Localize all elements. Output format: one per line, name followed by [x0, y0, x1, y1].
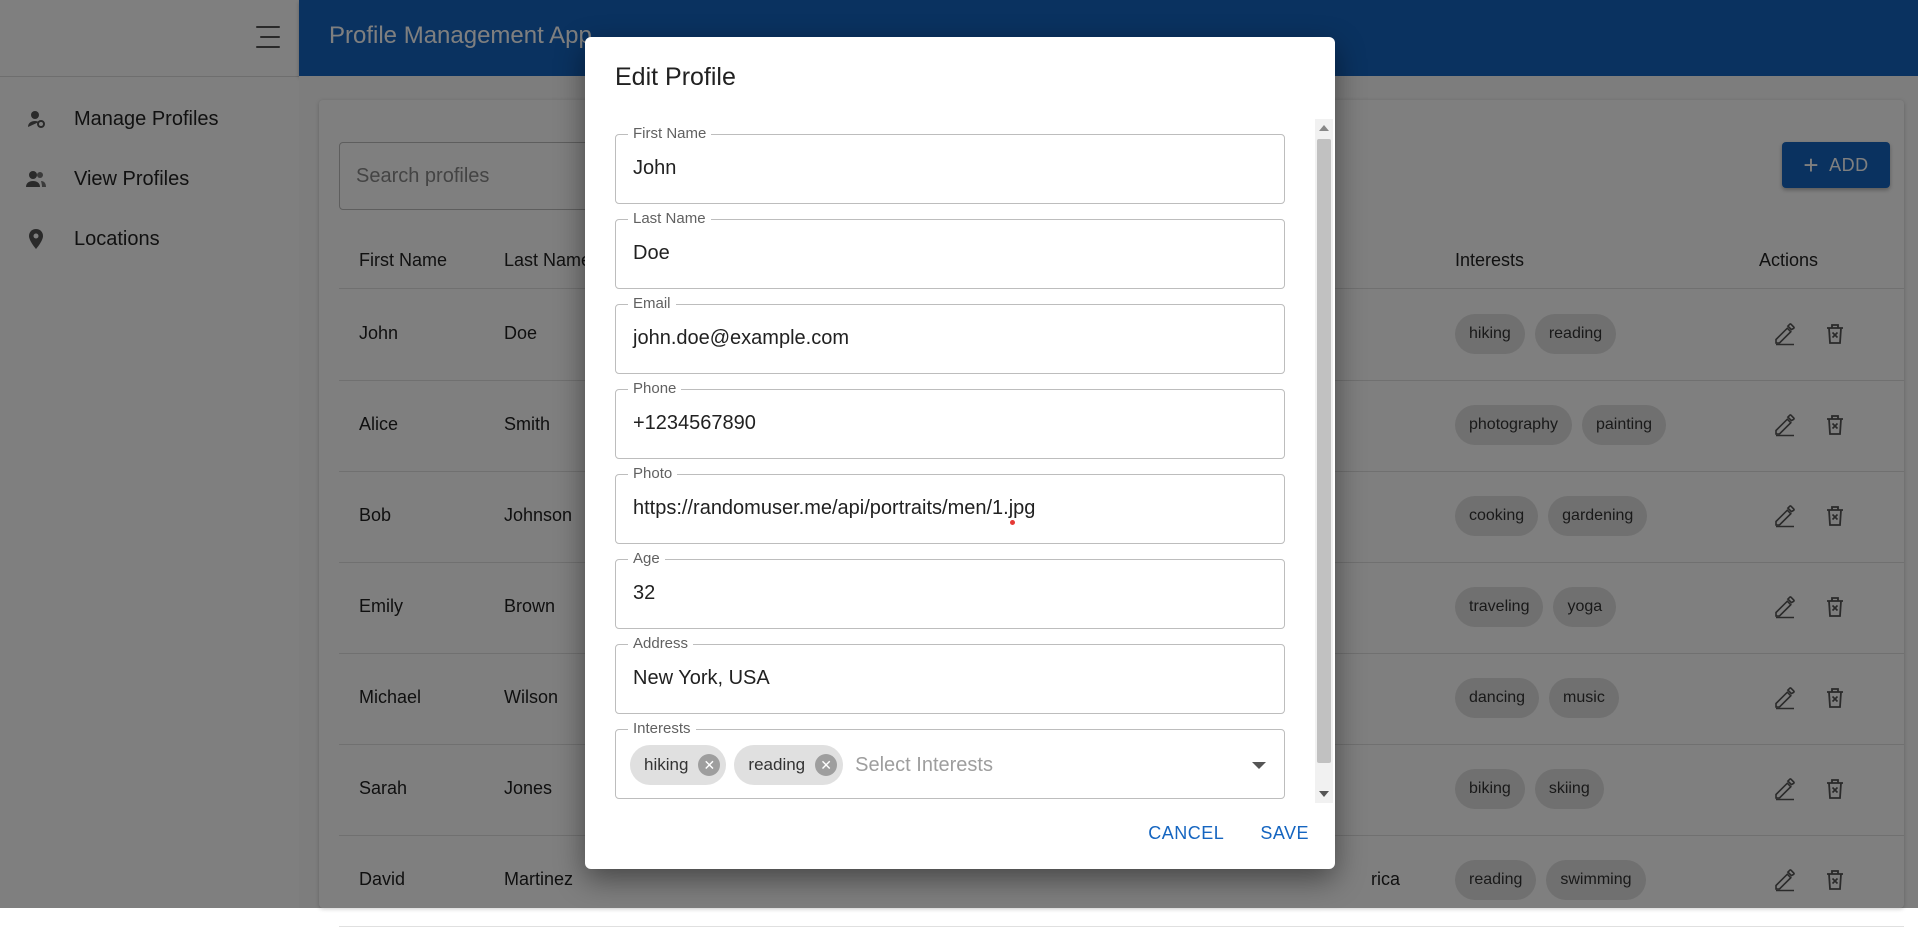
cancel-button[interactable]: CANCEL: [1148, 823, 1224, 844]
address-field[interactable]: Address New York, USA: [615, 635, 1285, 714]
photo-value: https://randomuser.me/api/portraits/men/…: [633, 497, 1036, 519]
age-field[interactable]: Age 32: [615, 550, 1285, 629]
interests-placeholder: Select Interests: [855, 753, 993, 776]
chip-remove-icon[interactable]: ✕: [698, 754, 721, 776]
dialog-scrollbar[interactable]: [1315, 119, 1333, 803]
last-name-field[interactable]: Last Name Doe: [615, 210, 1285, 289]
first-name-field[interactable]: First Name John: [615, 125, 1285, 204]
age-label: Age: [628, 550, 665, 568]
photo-label: Photo: [628, 465, 678, 483]
last-name-value: Doe: [633, 242, 670, 264]
scroll-thumb[interactable]: [1317, 139, 1331, 763]
phone-value: +1234567890: [633, 412, 756, 434]
dropdown-arrow-icon[interactable]: [1252, 762, 1266, 769]
cursor-dot: [1010, 520, 1015, 525]
phone-label: Phone: [628, 380, 682, 398]
address-label: Address: [628, 635, 694, 653]
selected-interest-chip: hiking ✕: [630, 745, 727, 785]
first-name-value: John: [633, 157, 677, 179]
save-button[interactable]: SAVE: [1260, 823, 1309, 844]
age-value: 32: [633, 582, 656, 604]
dialog-title: Edit Profile: [615, 63, 736, 91]
interests-label: Interests: [628, 720, 696, 738]
email-label: Email: [628, 295, 676, 313]
edit-profile-dialog: Edit Profile First Name John Last Name D…: [585, 37, 1335, 869]
selected-interests: hiking ✕ reading ✕ Select Interests: [630, 745, 993, 785]
address-value: New York, USA: [633, 667, 770, 689]
phone-field[interactable]: Phone +1234567890: [615, 380, 1285, 459]
dialog-actions: CANCEL SAVE: [1148, 823, 1309, 844]
scroll-up-icon[interactable]: [1319, 125, 1329, 131]
interests-select[interactable]: Interests hiking ✕ reading ✕ Select Inte…: [615, 720, 1285, 799]
chip-label: hiking: [644, 755, 689, 774]
chip-remove-icon[interactable]: ✕: [815, 754, 838, 776]
dialog-form: First Name John Last Name Doe Email john…: [615, 119, 1297, 839]
email-value: john.doe@example.com: [633, 327, 849, 349]
first-name-label: First Name: [628, 125, 712, 143]
photo-field[interactable]: Photo https://randomuser.me/api/portrait…: [615, 465, 1285, 544]
selected-interest-chip: reading ✕: [734, 745, 844, 785]
last-name-label: Last Name: [628, 210, 711, 228]
email-field[interactable]: Email john.doe@example.com: [615, 295, 1285, 374]
scroll-down-icon[interactable]: [1319, 791, 1329, 797]
chip-label: reading: [748, 755, 806, 774]
